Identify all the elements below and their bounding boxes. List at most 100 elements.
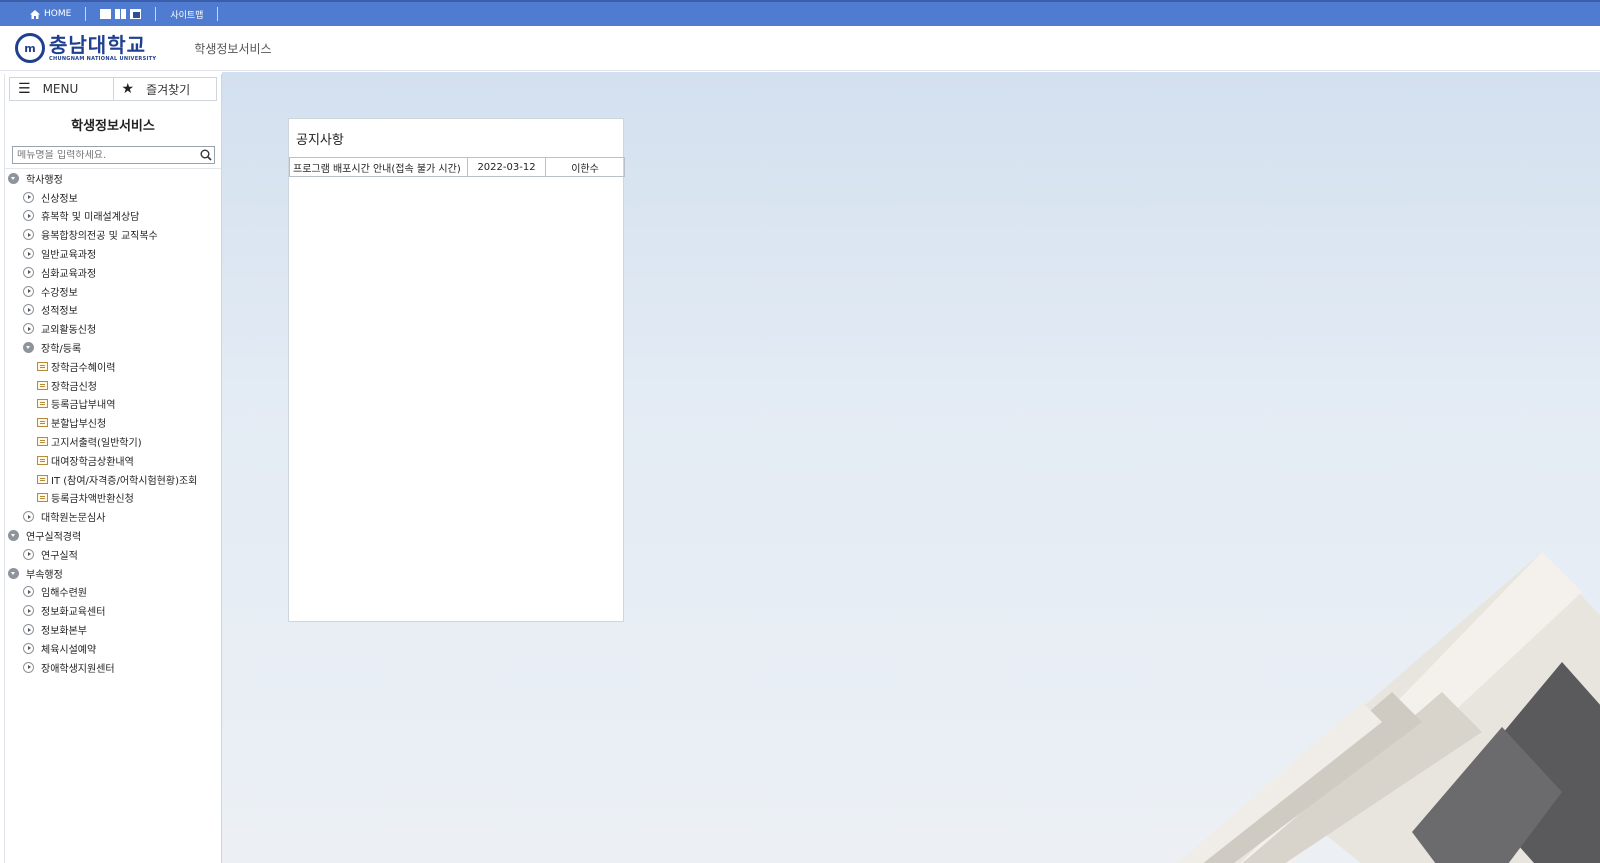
sitemap-link[interactable]: 사이트맵 [170,8,203,21]
menu-search-input[interactable] [13,149,198,161]
collapse-arrow-icon [8,172,19,184]
menu-page-item[interactable]: 분할납부신청 [5,413,221,432]
page-icon [37,399,48,409]
menu-page-item[interactable]: 등록금차액반환신청 [5,489,221,508]
university-emblem-icon: m [15,33,45,63]
menu-group[interactable]: 수강정보 [5,282,221,301]
menu-item-label: 융복합창의전공 및 교직복수 [41,231,158,243]
logo-english-name: CHUNGNAM NATIONAL UNIVERSITY [49,56,157,62]
menu-group[interactable]: 심화교육과정 [5,263,221,282]
tab-menu[interactable]: ☰ MENU [9,77,114,101]
menu-page-item[interactable]: 고지서출력(일반학기) [5,432,221,451]
expand-arrow-icon [23,624,34,636]
menu-group[interactable]: 장학/등록 [5,338,221,357]
page-icon [37,418,48,428]
menu-tree: 학사행정신상정보휴복학 및 미래설계상담융복합창의전공 및 교직복수일반교육과정… [5,168,221,677]
expand-arrow-icon [23,605,34,617]
menu-page-item[interactable]: 장학금수혜이력 [5,357,221,376]
menu-category[interactable]: 학사행정 [5,169,221,188]
expand-arrow-icon [23,511,34,523]
expand-arrow-icon [23,248,34,260]
expand-arrow-icon [23,304,34,316]
menu-group[interactable]: 체육시설예약 [5,639,221,658]
menu-group[interactable]: 장애학생지원센터 [5,658,221,677]
menu-item-label: 성적정보 [41,306,78,318]
menu-category[interactable]: 부속행정 [5,564,221,583]
menu-item-label: 정보화교육센터 [41,607,106,619]
layout-two-column-icon[interactable] [115,9,127,19]
page-icon [37,380,48,390]
notice-author: 이한수 [545,157,625,177]
menu-group[interactable]: 일반교육과정 [5,244,221,263]
hamburger-icon: ☰ [18,81,31,97]
home-label: HOME [44,9,72,19]
collapse-arrow-icon [23,342,34,354]
page-icon [37,493,48,503]
menu-page-item[interactable]: 등록금납부내역 [5,395,221,414]
collapse-arrow-icon [8,530,19,542]
menu-group[interactable]: 정보화본부 [5,620,221,639]
menu-page-item[interactable]: IT (참여/자격증/어학시험현황)조회 [5,470,221,489]
collapse-arrow-icon [8,567,19,579]
page-icon [37,437,48,447]
menu-item-label: 장학금신청 [51,381,97,393]
page-icon [37,474,48,484]
top-utility-bar: HOME 사이트맵 [0,0,1600,26]
menu-item-label: 대학원논문심사 [41,513,106,525]
expand-arrow-icon [23,586,34,598]
service-name: 학생정보서비스 [194,41,272,56]
menu-page-item[interactable]: 장학금신청 [5,376,221,395]
menu-item-label: 대여장학금상환내역 [51,456,134,468]
tab-favorites[interactable]: ★ 즐겨찾기 [113,77,217,101]
sidebar-title: 학생정보서비스 [71,119,155,134]
notice-row[interactable]: 프로그램 배포시간 안내(접속 불가 시간) 2022-03-12 이한수 [289,157,625,177]
menu-group[interactable]: 성적정보 [5,301,221,320]
menu-item-label: 일반교육과정 [41,250,97,262]
expand-arrow-icon [23,548,34,560]
menu-item-label: 휴복학 및 미래설계상담 [41,212,140,224]
menu-group[interactable]: 대학원논문심사 [5,507,221,526]
menu-group[interactable]: 정보화교육센터 [5,601,221,620]
expand-arrow-icon [23,229,34,241]
menu-item-label: 교외활동신청 [41,325,97,337]
menu-group[interactable]: 휴복학 및 미래설계상담 [5,207,221,226]
menu-group[interactable]: 신상정보 [5,188,221,207]
menu-group[interactable]: 교외활동신청 [5,319,221,338]
menu-item-label: 부속행정 [26,569,63,581]
expand-arrow-icon [23,285,34,297]
menu-item-label: 정보화본부 [41,626,87,638]
expand-arrow-icon [23,191,34,203]
menu-page-item[interactable]: 대여장학금상환내역 [5,451,221,470]
divider [217,7,219,21]
expand-arrow-icon [23,323,34,335]
menu-item-label: 등록금납부내역 [51,400,116,412]
menu-group[interactable]: 연구실적 [5,545,221,564]
university-logo[interactable]: m 충남대학교 CHUNGNAM NATIONAL UNIVERSITY [15,33,156,63]
page-icon [37,361,48,371]
layout-single-icon[interactable] [100,9,112,19]
home-link[interactable]: HOME [30,9,71,19]
menu-item-label: IT (참여/자격증/어학시험현황)조회 [51,475,198,487]
search-icon[interactable] [198,147,214,163]
site-header: m 충남대학교 CHUNGNAM NATIONAL UNIVERSITY 학생정… [0,26,1600,71]
sidebar: ☰ MENU ★ 즐겨찾기 학생정보서비스 학사행정신상정보휴복학 및 미래설계… [4,74,222,863]
layout-sidebar-icon[interactable] [130,9,142,19]
menu-group[interactable]: 임해수련원 [5,583,221,602]
menu-group[interactable]: 융복합창의전공 및 교직복수 [5,225,221,244]
menu-item-label: 심화교육과정 [41,268,97,280]
tab-favorites-label: 즐겨찾기 [146,82,191,97]
divider [85,7,87,21]
menu-category[interactable]: 연구실적경력 [5,526,221,545]
menu-item-label: 학사행정 [26,174,63,186]
menu-item-label: 장학/등록 [41,344,82,356]
page-icon [37,455,48,465]
notice-panel: 공지사항 프로그램 배포시간 안내(접속 불가 시간) 2022-03-12 이한수 [288,118,625,622]
logo-text: 충남대학교 CHUNGNAM NATIONAL UNIVERSITY [49,34,156,62]
menu-item-label: 고지서출력(일반학기) [51,438,142,450]
notice-subject[interactable]: 프로그램 배포시간 안내(접속 불가 시간) [289,157,468,177]
menu-item-label: 장학금수혜이력 [51,362,116,374]
menu-item-label: 등록금차액반환신청 [51,494,134,506]
home-icon [30,9,40,19]
menu-item-label: 신상정보 [41,193,78,205]
menu-item-label: 분할납부신청 [51,419,107,431]
